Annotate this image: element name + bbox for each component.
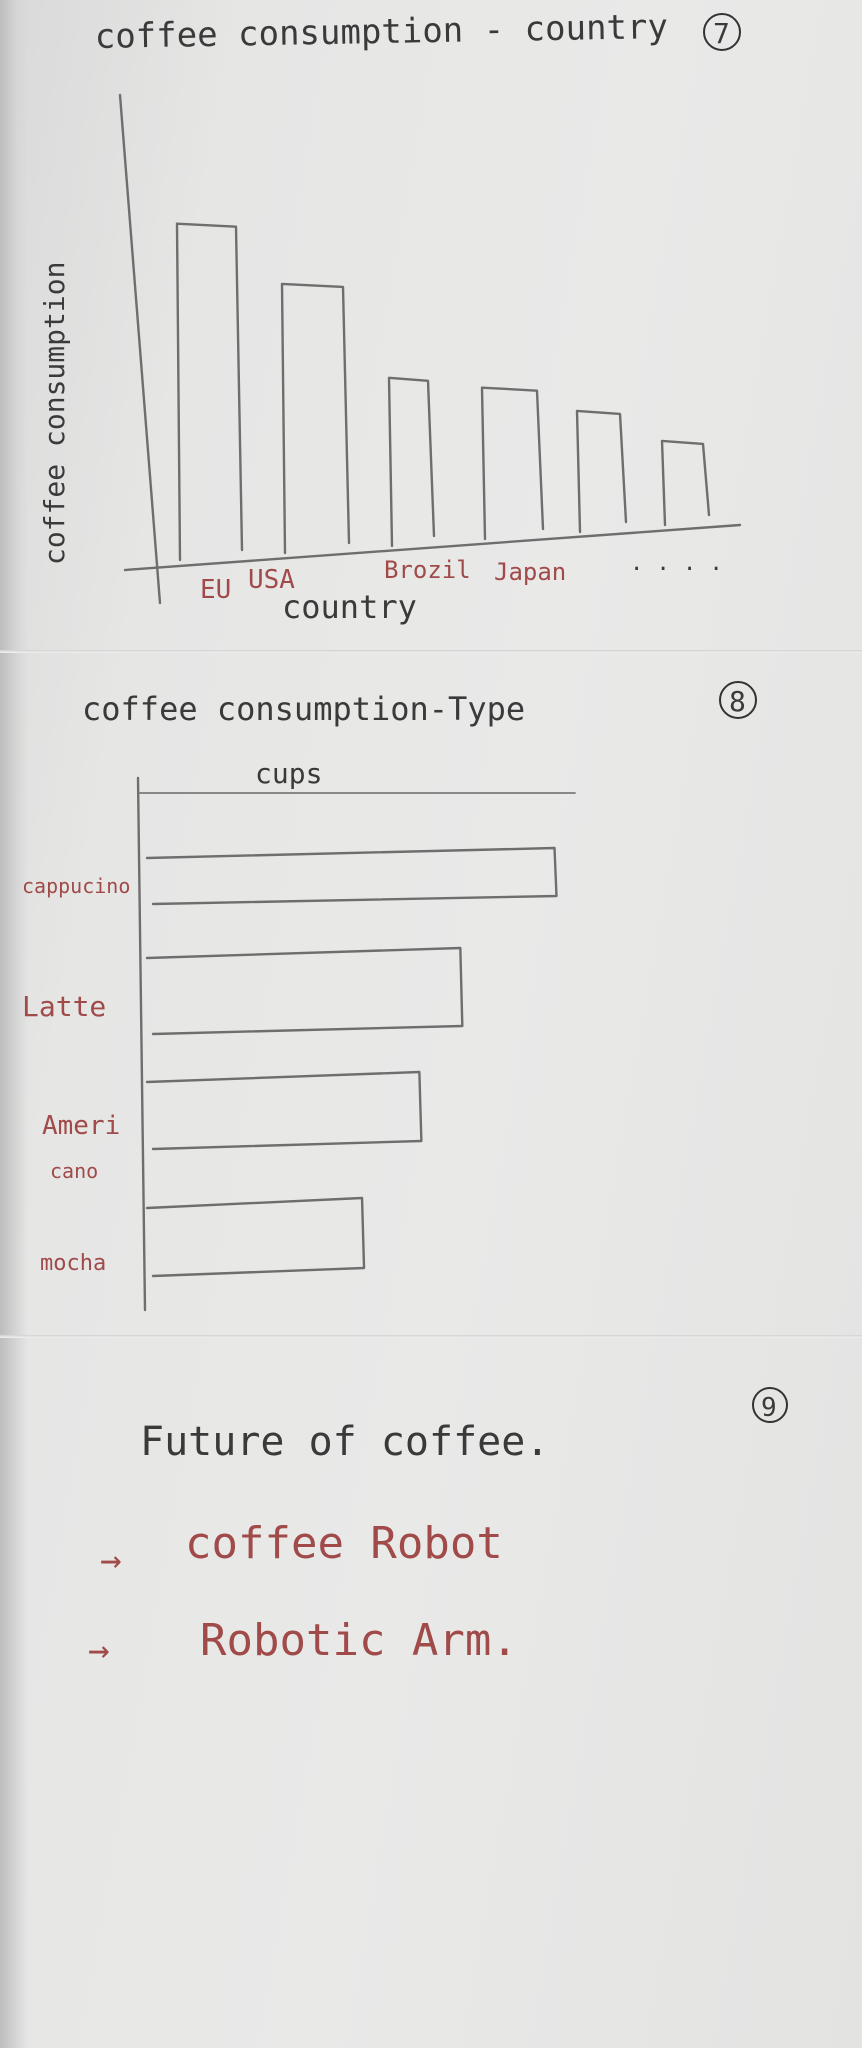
section-title: Future of coffee. xyxy=(140,1419,549,1465)
bar xyxy=(280,282,351,555)
y-axis xyxy=(136,776,147,1312)
chart-title: coffee consumption - country xyxy=(94,7,668,57)
bar xyxy=(660,439,711,527)
x-axis-label: cups xyxy=(255,757,322,790)
y-axis xyxy=(118,93,162,605)
x-tick-label: EU xyxy=(200,575,231,605)
bar xyxy=(145,946,464,1036)
y-tick-label: Ameri xyxy=(42,1111,120,1141)
chart-number: 7 xyxy=(713,17,730,50)
chart-number: 8 xyxy=(729,685,746,718)
y-tick-label: cano xyxy=(50,1159,98,1183)
chart-title: coffee consumption-Type xyxy=(82,690,525,728)
bar xyxy=(575,409,628,534)
x-axis-label: country xyxy=(282,588,417,626)
y-tick-labels: cappucino Latte Ameri cano mocha xyxy=(22,874,130,1276)
y-tick-label: Latte xyxy=(22,990,106,1023)
y-tick-label: cappucino xyxy=(22,874,130,898)
y-tick-label: mocha xyxy=(40,1251,106,1276)
x-tick-label: Brozil xyxy=(384,556,471,584)
chart-country: coffee consumption - country 7 coffee co… xyxy=(38,7,742,626)
bar xyxy=(387,376,436,548)
bar xyxy=(480,386,545,541)
bars-group xyxy=(145,846,558,1278)
bar xyxy=(145,1070,423,1151)
chart-type: coffee consumption-Type 8 cups cappucino… xyxy=(22,681,757,1312)
y-axis-label: coffee consumption xyxy=(38,262,71,565)
bars-group xyxy=(175,222,711,562)
sketch-canvas: coffee consumption - country 7 coffee co… xyxy=(22,7,788,1671)
bar xyxy=(175,222,244,562)
arrow-icon: → xyxy=(100,1540,122,1581)
future-item: Robotic Arm. xyxy=(200,1615,518,1666)
x-tick-label: Japan xyxy=(494,558,566,586)
future-section: 9 Future of coffee. → coffee Robot → Rob… xyxy=(88,1387,788,1671)
future-item: coffee Robot xyxy=(185,1518,503,1569)
bar xyxy=(145,846,558,906)
arrow-icon: → xyxy=(88,1630,110,1671)
bar xyxy=(145,1196,366,1278)
section-number: 9 xyxy=(761,1393,777,1423)
x-tick-dots: . . . . xyxy=(630,551,723,576)
